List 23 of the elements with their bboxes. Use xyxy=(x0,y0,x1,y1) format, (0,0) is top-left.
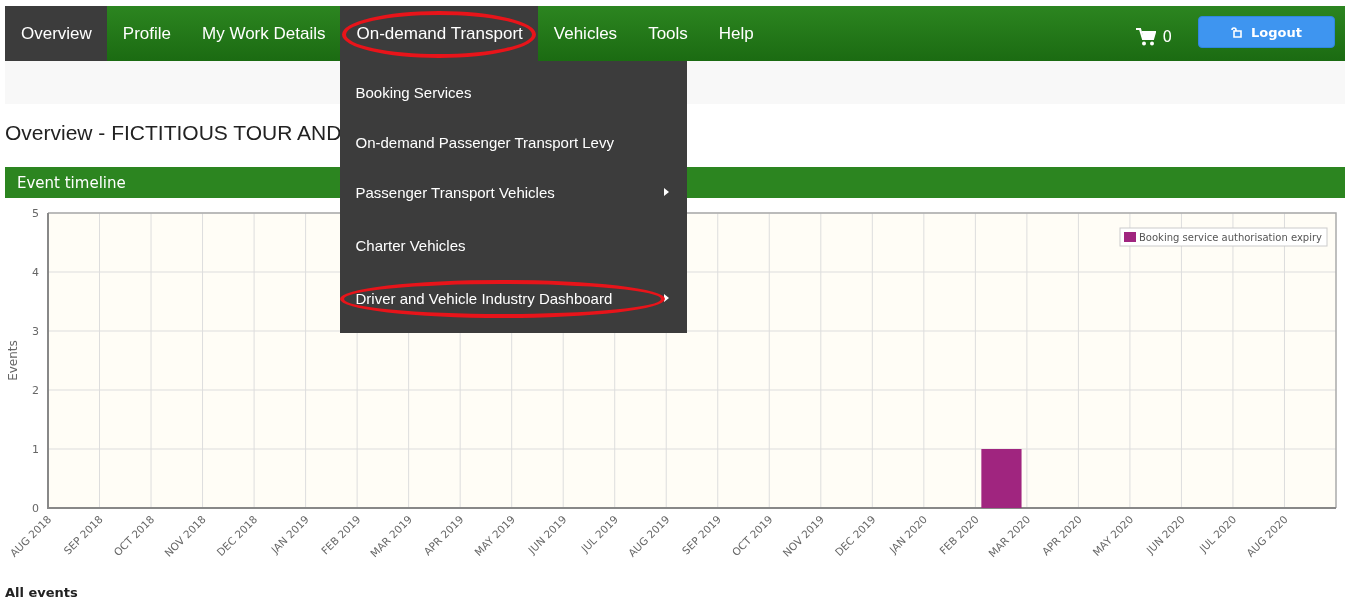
menu-item[interactable]: On-demand Passenger Transport Levy xyxy=(340,117,688,167)
menu-item[interactable]: Driver and Vehicle Industry Dashboard xyxy=(340,273,688,323)
nav-tab[interactable]: My Work Details xyxy=(186,6,341,61)
y-tick-label: 5 xyxy=(32,207,39,220)
nav-tab[interactable]: Overview xyxy=(5,6,107,61)
y-tick-label: 0 xyxy=(32,502,39,515)
y-tick-label: 3 xyxy=(32,325,39,338)
unlock-icon xyxy=(1231,26,1244,38)
cart-icon xyxy=(1136,27,1157,46)
menu-item[interactable]: Booking Services xyxy=(340,67,688,117)
nav-tab[interactable]: Vehicles xyxy=(537,6,633,61)
y-tick-label: 1 xyxy=(32,443,39,456)
section-title: All events xyxy=(5,585,79,600)
page-title: Overview - FICTITIOUS TOUR AND xyxy=(5,121,342,146)
axis-title: Events xyxy=(6,340,20,381)
y-tick-label: 2 xyxy=(32,384,39,397)
legend-label: Booking service authorisation expiry xyxy=(1139,232,1322,243)
nav-tab[interactable]: Help xyxy=(702,6,769,61)
nav-tab[interactable]: Tools xyxy=(632,6,703,61)
y-tick-label: 4 xyxy=(32,266,39,279)
cart-count: 0 xyxy=(1162,27,1172,46)
menu-item[interactable]: Charter Vehicles xyxy=(340,217,688,273)
nav-tab[interactable]: Profile xyxy=(106,6,187,61)
